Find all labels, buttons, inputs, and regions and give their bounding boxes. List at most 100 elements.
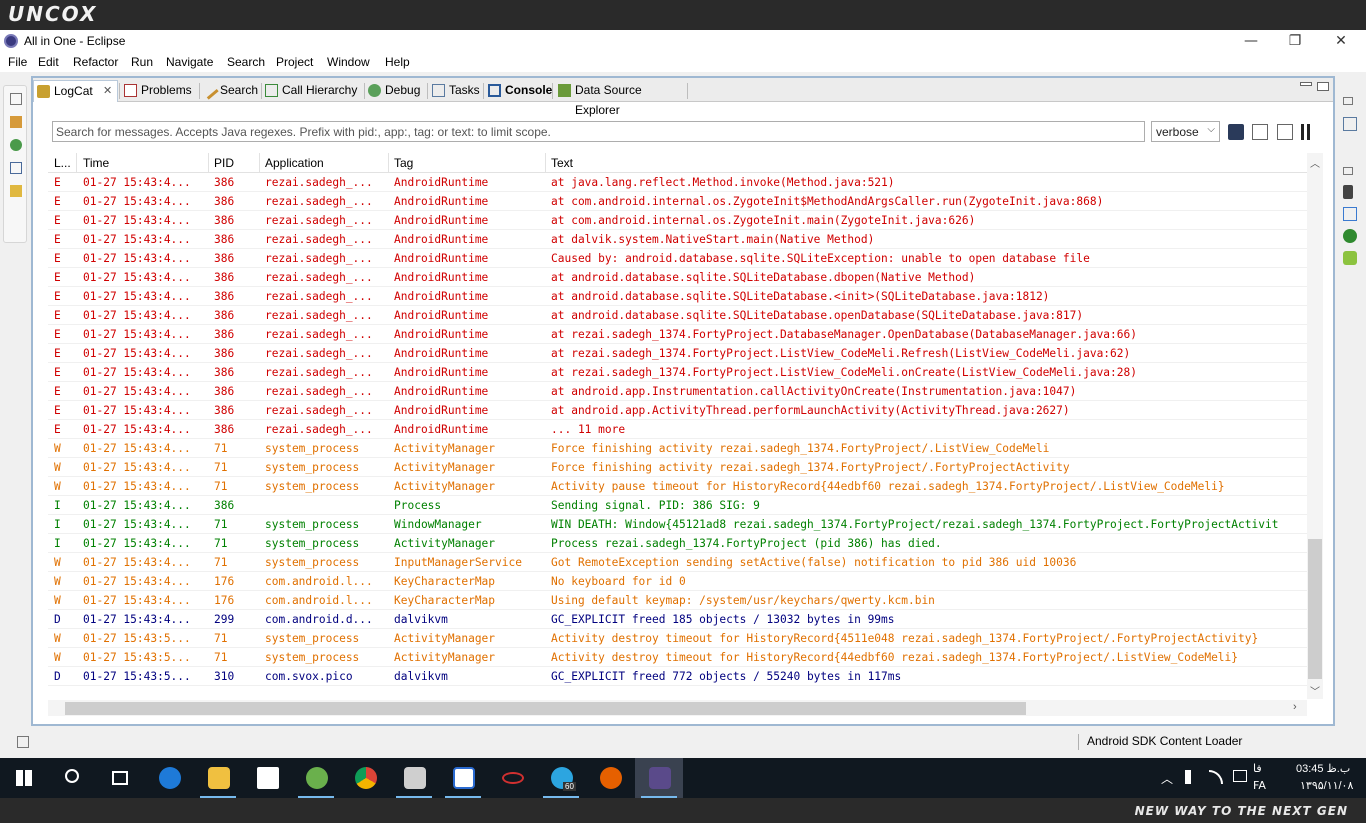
- package-explorer-icon[interactable]: [10, 116, 22, 128]
- column-separator[interactable]: [388, 153, 389, 173]
- close-button[interactable]: ✕: [1318, 30, 1364, 52]
- tray-chevron-icon[interactable]: ︿: [1161, 770, 1173, 787]
- fast-view-icon[interactable]: [17, 736, 29, 748]
- menu-file[interactable]: File: [8, 55, 27, 69]
- scrollbar-thumb[interactable]: [1308, 539, 1322, 679]
- column-header-time[interactable]: Time: [83, 156, 109, 170]
- log-row[interactable]: E 01-27 15:43:4... 386 rezai.sadegh_... Andr…: [48, 363, 1307, 382]
- taskbar-search-button[interactable]: [48, 758, 96, 798]
- minimize-view-icon[interactable]: [1300, 82, 1312, 86]
- log-row[interactable]: E 01-27 15:43:4... 386 rezai.sadegh_... Andr…: [48, 268, 1307, 287]
- log-row[interactable]: E 01-27 15:43:4... 386 rezai.sadegh_... Andr…: [48, 401, 1307, 420]
- task-view-button[interactable]: [96, 758, 144, 798]
- restore-icon[interactable]: [1343, 97, 1353, 105]
- input-language-fa[interactable]: فا: [1253, 762, 1262, 775]
- taskbar-telegram[interactable]: 60: [537, 758, 585, 798]
- outline-icon[interactable]: [10, 162, 22, 174]
- hierarchy-icon[interactable]: [10, 139, 22, 151]
- taskbar-eclipse[interactable]: [635, 758, 683, 798]
- horizontal-scrollbar[interactable]: ›: [48, 700, 1307, 716]
- menu-project[interactable]: Project: [276, 55, 313, 69]
- taskbar-android-studio[interactable]: [292, 758, 340, 798]
- input-language[interactable]: FA: [1253, 779, 1266, 792]
- emulator-icon[interactable]: [1343, 229, 1357, 243]
- log-row[interactable]: W 01-27 15:43:4... 71 system_process Activit…: [48, 477, 1307, 496]
- tab-close-icon[interactable]: ✕: [103, 81, 112, 101]
- scroll-up-icon[interactable]: ︿: [1309, 155, 1321, 170]
- log-row[interactable]: E 01-27 15:43:4... 386 rezai.sadegh_... Andr…: [48, 211, 1307, 230]
- menu-help[interactable]: Help: [385, 55, 410, 69]
- tab-call-hierarchy[interactable]: Call Hierarchy: [262, 80, 362, 102]
- maximize-view-icon[interactable]: [1317, 82, 1329, 91]
- clock-time[interactable]: 03:45 ب.ظ: [1296, 762, 1350, 775]
- save-icon[interactable]: [1228, 124, 1244, 140]
- menu-window[interactable]: Window: [327, 55, 370, 69]
- scroll-down-icon[interactable]: ﹀: [1309, 683, 1321, 698]
- scrollbar-thumb[interactable]: [65, 702, 1026, 715]
- volume-icon[interactable]: [1185, 770, 1199, 784]
- column-header-pid[interactable]: PID: [214, 156, 234, 170]
- log-row[interactable]: W 01-27 15:43:4... 71 system_process Activit…: [48, 439, 1307, 458]
- log-row[interactable]: I 01-27 15:43:4... 71 system_process Activit…: [48, 534, 1307, 553]
- folder-icon[interactable]: [10, 185, 22, 197]
- menu-search[interactable]: Search: [227, 55, 265, 69]
- log-row[interactable]: I 01-27 15:43:4... 71 system_process WindowM…: [48, 515, 1307, 534]
- tab-console[interactable]: Console: [485, 80, 552, 102]
- taskbar-file-explorer[interactable]: [194, 758, 242, 798]
- tab-logcat[interactable]: LogCat ✕: [33, 80, 118, 102]
- log-row[interactable]: E 01-27 15:43:4... 386 rezai.sadegh_... Andr…: [48, 306, 1307, 325]
- tab-problems[interactable]: Problems: [121, 80, 199, 102]
- vertical-scrollbar[interactable]: ︿ ﹀: [1307, 153, 1323, 699]
- log-row[interactable]: E 01-27 15:43:4... 386 rezai.sadegh_... Andr…: [48, 420, 1307, 439]
- log-row[interactable]: I 01-27 15:43:4... 386 Process Sending signa…: [48, 496, 1307, 515]
- log-row[interactable]: W 01-27 15:43:4... 71 system_process InputMa…: [48, 553, 1307, 572]
- log-row[interactable]: W 01-27 15:43:5... 71 system_process Activit…: [48, 648, 1307, 667]
- log-row[interactable]: W 01-27 15:43:4... 176 com.android.l... KeyC…: [48, 572, 1307, 591]
- log-row[interactable]: W 01-27 15:43:5... 71 system_process Activit…: [48, 629, 1307, 648]
- scroll-right-icon[interactable]: ›: [1293, 701, 1297, 713]
- maximize-button[interactable]: ❐: [1272, 30, 1318, 52]
- tab-tasks[interactable]: Tasks: [429, 80, 481, 102]
- column-header-level[interactable]: L...: [54, 156, 71, 170]
- log-row[interactable]: E 01-27 15:43:4... 386 rezai.sadegh_... Andr…: [48, 192, 1307, 211]
- log-row[interactable]: W 01-27 15:43:4... 176 com.android.l... KeyC…: [48, 591, 1307, 610]
- taskbar-chrome[interactable]: [341, 758, 389, 798]
- column-separator[interactable]: [76, 153, 77, 173]
- log-row[interactable]: E 01-27 15:43:4... 386 rezai.sadegh_... Andr…: [48, 249, 1307, 268]
- taskbar-usb[interactable]: [390, 758, 438, 798]
- column-separator[interactable]: [545, 153, 546, 173]
- threads-icon[interactable]: [1343, 207, 1357, 221]
- log-row[interactable]: D 01-27 15:43:4... 299 com.android.d... dalv…: [48, 610, 1307, 629]
- log-row[interactable]: W 01-27 15:43:4... 71 system_process Activit…: [48, 458, 1307, 477]
- notification-icon[interactable]: [1233, 770, 1247, 782]
- column-separator[interactable]: [259, 153, 260, 173]
- log-row[interactable]: E 01-27 15:43:4... 386 rezai.sadegh_... Andr…: [48, 230, 1307, 249]
- android-icon[interactable]: [1343, 251, 1357, 265]
- log-row[interactable]: E 01-27 15:43:4... 386 rezai.sadegh_... Andr…: [48, 287, 1307, 306]
- device-icon[interactable]: [1343, 185, 1353, 199]
- taskbar-firefox[interactable]: [586, 758, 634, 798]
- taskbar-app[interactable]: [488, 758, 536, 798]
- task-list-icon[interactable]: [1343, 117, 1357, 131]
- log-row[interactable]: E 01-27 15:43:4... 386 rezai.sadegh_... Andr…: [48, 325, 1307, 344]
- tab-debug[interactable]: Debug: [365, 80, 425, 102]
- menu-navigate[interactable]: Navigate: [166, 55, 213, 69]
- restore-icon[interactable]: [1343, 167, 1353, 175]
- column-header-text[interactable]: Text: [551, 156, 573, 170]
- column-separator[interactable]: [208, 153, 209, 173]
- tab-data-source-explorer[interactable]: Data Source Explorer: [555, 80, 687, 117]
- tab-search[interactable]: Search: [200, 80, 260, 102]
- restore-icon[interactable]: [10, 93, 22, 105]
- logcat-search-input[interactable]: [52, 121, 1145, 142]
- toggle-filters-icon[interactable]: [1277, 124, 1293, 140]
- log-row[interactable]: E 01-27 15:43:4... 386 rezai.sadegh_... Andr…: [48, 173, 1307, 192]
- wifi-icon[interactable]: [1209, 770, 1223, 784]
- column-header-application[interactable]: Application: [265, 156, 324, 170]
- minimize-button[interactable]: —: [1228, 30, 1274, 52]
- menu-edit[interactable]: Edit: [38, 55, 59, 69]
- clear-log-icon[interactable]: [1252, 124, 1268, 140]
- taskbar-store[interactable]: [243, 758, 291, 798]
- taskbar-outlook[interactable]: [439, 758, 487, 798]
- menu-refactor[interactable]: Refactor: [73, 55, 118, 69]
- log-row[interactable]: E 01-27 15:43:4... 386 rezai.sadegh_... Andr…: [48, 344, 1307, 363]
